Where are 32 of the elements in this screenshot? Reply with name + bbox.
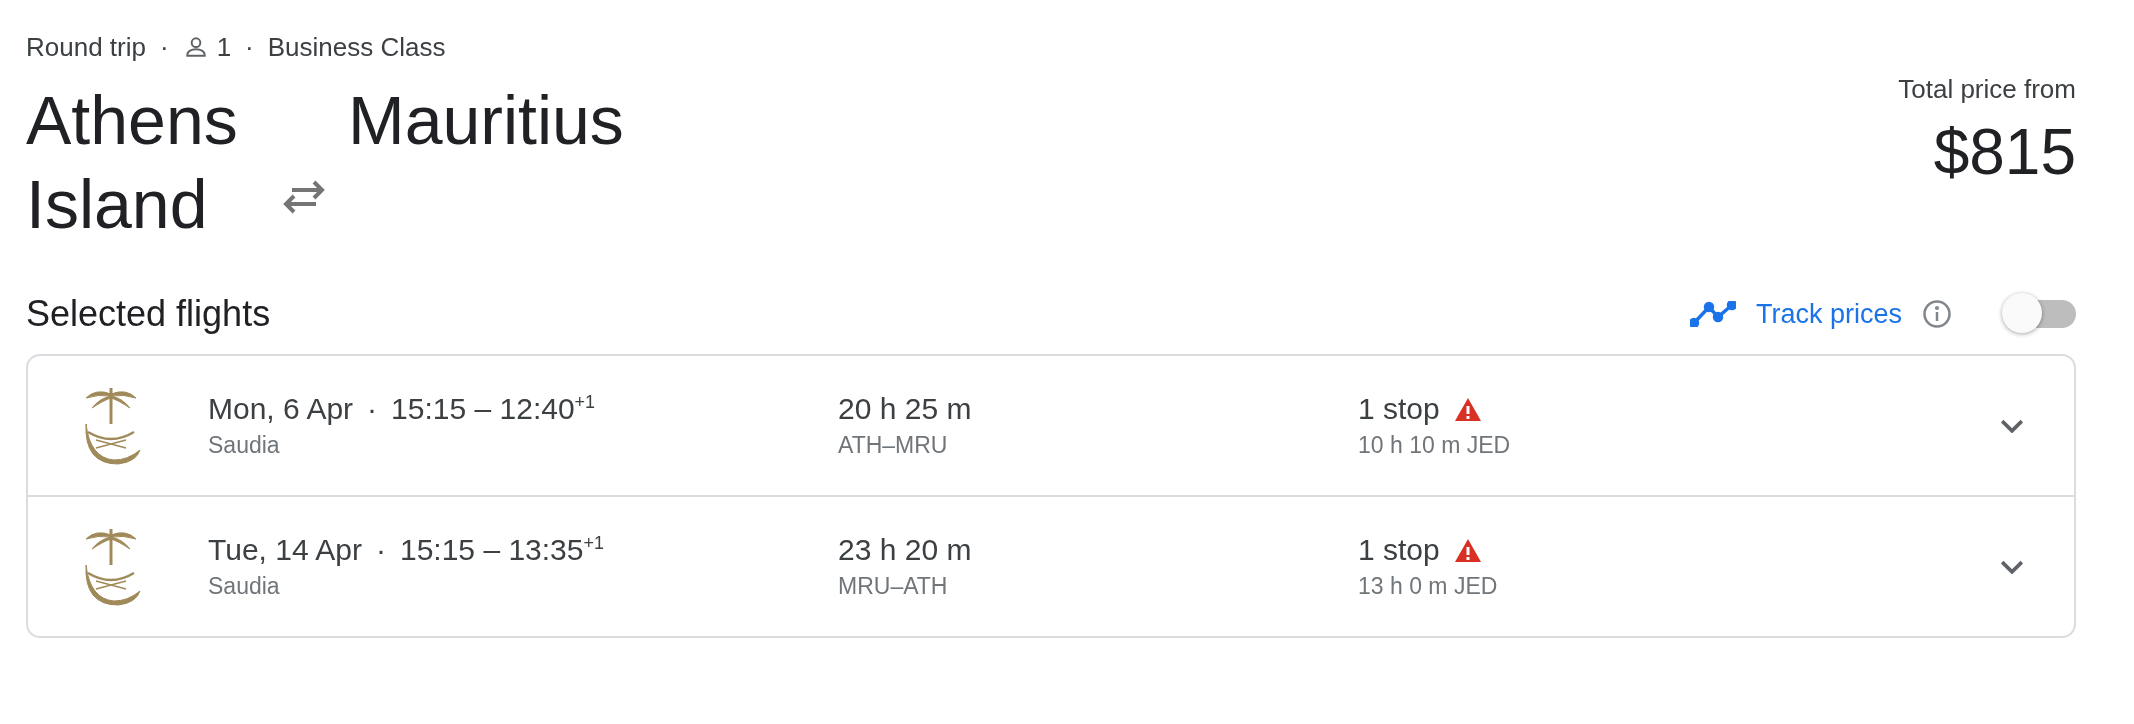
- section-title: Selected flights: [26, 293, 271, 335]
- airline-name: Saudia: [208, 432, 281, 459]
- flight-times: 15:15 – 12:40$^{+1}$: [391, 392, 596, 426]
- layover-info: 13 h 0 m JED: [1358, 573, 1499, 600]
- airline-name: Saudia: [208, 573, 281, 600]
- separator-dot: ·: [367, 392, 378, 426]
- trend-line-icon: [1689, 301, 1736, 327]
- destination-city: Mauritius: [348, 81, 625, 160]
- airport-codes: ATH–MRU: [838, 432, 949, 459]
- flight-times: 15:15 – 13:35$^{+1}$: [400, 533, 605, 567]
- separator-dot: ·: [159, 31, 169, 63]
- separator-dot: ·: [245, 31, 254, 63]
- trip-info: Round trip: [26, 31, 146, 63]
- swap-arrows-icon: [282, 180, 326, 214]
- stop-count: 1 stop: [1358, 533, 1440, 567]
- stop-count: 1 stop: [1358, 392, 1440, 426]
- track-prices-link[interactable]: Track prices: [1755, 298, 1902, 330]
- flight-date: Tue, 14 Apr: [208, 533, 362, 567]
- flight-duration: 20 h 25 m: [838, 392, 972, 426]
- layover-info: 10 h 10 m JED: [1358, 432, 1512, 459]
- info-icon[interactable]: [1922, 299, 1952, 329]
- flight-date: Mon, 6 Apr: [208, 392, 354, 426]
- chevron-icon: [2000, 418, 2024, 433]
- total-price: $815: [1933, 115, 2076, 189]
- price-label: Total price from: [1898, 74, 2076, 105]
- flight-duration: 23 h 20 m: [838, 533, 972, 567]
- passenger-count: 1: [216, 31, 232, 63]
- trip-info: Business Class: [267, 31, 446, 63]
- separator-dot: ·: [376, 533, 386, 567]
- chevron-icon: [2000, 559, 2024, 574]
- origin-city: Athens Island: [26, 81, 239, 244]
- airport-codes: MRU–ATH: [838, 573, 949, 600]
